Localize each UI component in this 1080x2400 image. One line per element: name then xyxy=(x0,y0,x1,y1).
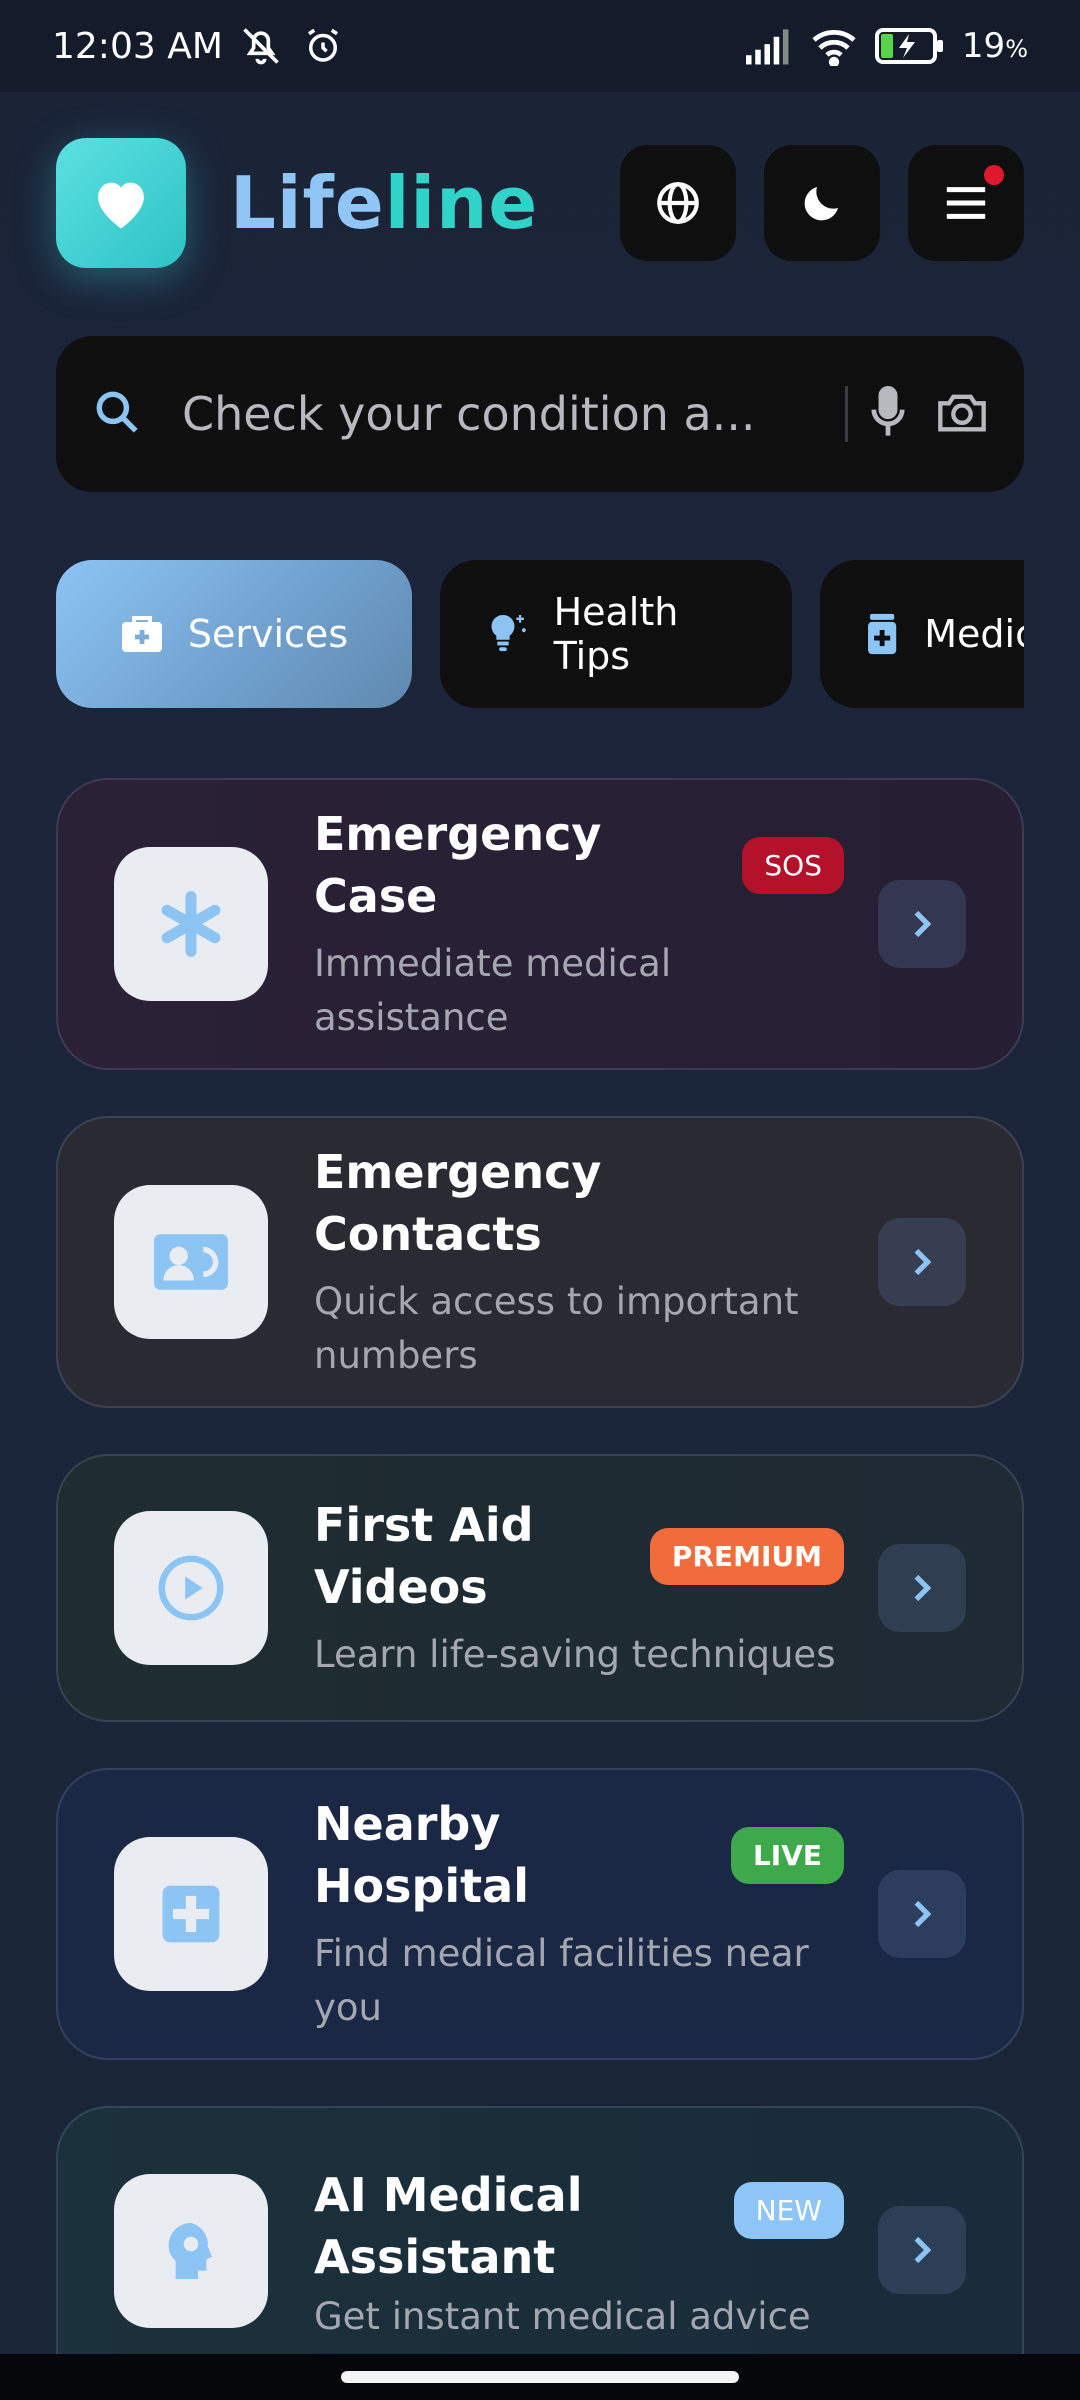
camera-icon[interactable] xyxy=(936,389,988,439)
ai-head-icon xyxy=(168,2223,212,2279)
tab-health-tips[interactable]: Health Tips xyxy=(440,560,792,708)
battery-charging-icon xyxy=(874,22,946,70)
chevron-right-icon xyxy=(914,1574,932,1602)
system-nav-bar xyxy=(0,2354,1080,2400)
heart-icon xyxy=(98,182,144,229)
tab-services[interactable]: Services xyxy=(56,560,412,708)
medical-kit-icon xyxy=(121,616,162,652)
card-icon-box xyxy=(114,1837,268,1991)
contact-card-icon xyxy=(154,1234,228,1290)
theme-toggle-button[interactable] xyxy=(764,145,880,261)
card-arrow-button[interactable] xyxy=(878,880,966,968)
service-card-emergency-case[interactable]: Emergency Case SOS Immediate medical ass… xyxy=(56,778,1024,1070)
tab-medicine[interactable]: Medic xyxy=(820,560,1024,708)
search-icon[interactable] xyxy=(92,387,142,441)
card-icon-box xyxy=(114,1185,268,1339)
hospital-cross-icon xyxy=(162,1885,220,1943)
globe-icon xyxy=(657,182,699,224)
card-title: Emergency Case xyxy=(314,807,602,924)
notification-dot xyxy=(984,165,1004,185)
app-title: Lifeline xyxy=(230,161,538,245)
tab-label: Medic xyxy=(924,612,1024,656)
card-subtitle: Find medical facilities near you xyxy=(314,1932,809,2030)
card-arrow-button[interactable] xyxy=(878,1218,966,1306)
chevron-right-icon xyxy=(914,2236,932,2264)
live-badge: LIVE xyxy=(730,1826,844,1884)
chevron-right-icon xyxy=(914,910,932,938)
app-logo xyxy=(56,138,186,268)
card-arrow-button[interactable] xyxy=(878,1544,966,1632)
search-bar xyxy=(56,336,1024,492)
card-arrow-button[interactable] xyxy=(878,1870,966,1958)
language-button[interactable] xyxy=(620,145,736,261)
alarm-icon xyxy=(299,22,347,70)
app-header: Lifeline xyxy=(56,138,1024,268)
signal-icon xyxy=(745,22,794,70)
medicine-bottle-icon xyxy=(868,613,897,655)
mute-icon xyxy=(237,22,285,70)
chevron-right-icon xyxy=(914,1248,932,1276)
home-indicator[interactable] xyxy=(341,2371,739,2383)
battery-unit: % xyxy=(1005,35,1028,63)
asterisk-icon xyxy=(161,891,221,957)
wifi-icon xyxy=(810,22,858,70)
service-card-nearby-hospital[interactable]: Nearby Hospital LIVE Find medical facili… xyxy=(56,1768,1024,2060)
card-subtitle: Learn life-saving techniques xyxy=(314,1633,836,1677)
tab-label: Health Tips xyxy=(553,590,679,678)
new-badge: NEW xyxy=(733,2182,844,2239)
service-card-first-aid-videos[interactable]: First Aid Videos PREMIUM Learn life-savi… xyxy=(56,1454,1024,1722)
card-arrow-button[interactable] xyxy=(878,2206,966,2294)
category-tabs: Services Health Tips Medic xyxy=(56,560,1024,712)
app-title-part1: Life xyxy=(230,161,385,245)
card-icon-box xyxy=(114,2174,268,2328)
status-time: 12:03 AM xyxy=(52,25,223,67)
card-icon-box xyxy=(114,1511,268,1665)
menu-button[interactable] xyxy=(908,145,1024,261)
status-bar: 12:03 AM 19% xyxy=(0,0,1080,92)
play-circle-icon xyxy=(158,1555,224,1621)
moon-icon xyxy=(804,187,838,221)
lightbulb-icon xyxy=(491,615,526,652)
card-title: Nearby Hospital xyxy=(314,1797,529,1914)
card-subtitle: Get instant medical advice xyxy=(314,2295,811,2339)
microphone-icon[interactable] xyxy=(868,386,908,442)
battery-level: 19 xyxy=(961,26,1006,66)
tab-label: Services xyxy=(187,612,349,656)
search-input[interactable] xyxy=(182,374,835,454)
card-subtitle: Immediate medical assistance xyxy=(314,942,672,1040)
chevron-right-icon xyxy=(914,1900,932,1928)
sos-badge: SOS xyxy=(742,836,844,894)
card-title: Emergency Contacts xyxy=(314,1145,602,1262)
search-divider xyxy=(845,386,848,442)
service-card-emergency-contacts[interactable]: Emergency Contacts Quick access to impor… xyxy=(56,1116,1024,1408)
card-icon-box xyxy=(114,847,268,1001)
card-subtitle: Quick access to important numbers xyxy=(314,1280,799,1378)
card-title: AI Medical Assistant xyxy=(314,2168,583,2285)
menu-icon xyxy=(946,187,986,219)
premium-badge: PREMIUM xyxy=(649,1527,844,1585)
app-title-part2: line xyxy=(384,161,539,245)
card-title: First Aid Videos xyxy=(314,1498,534,1615)
